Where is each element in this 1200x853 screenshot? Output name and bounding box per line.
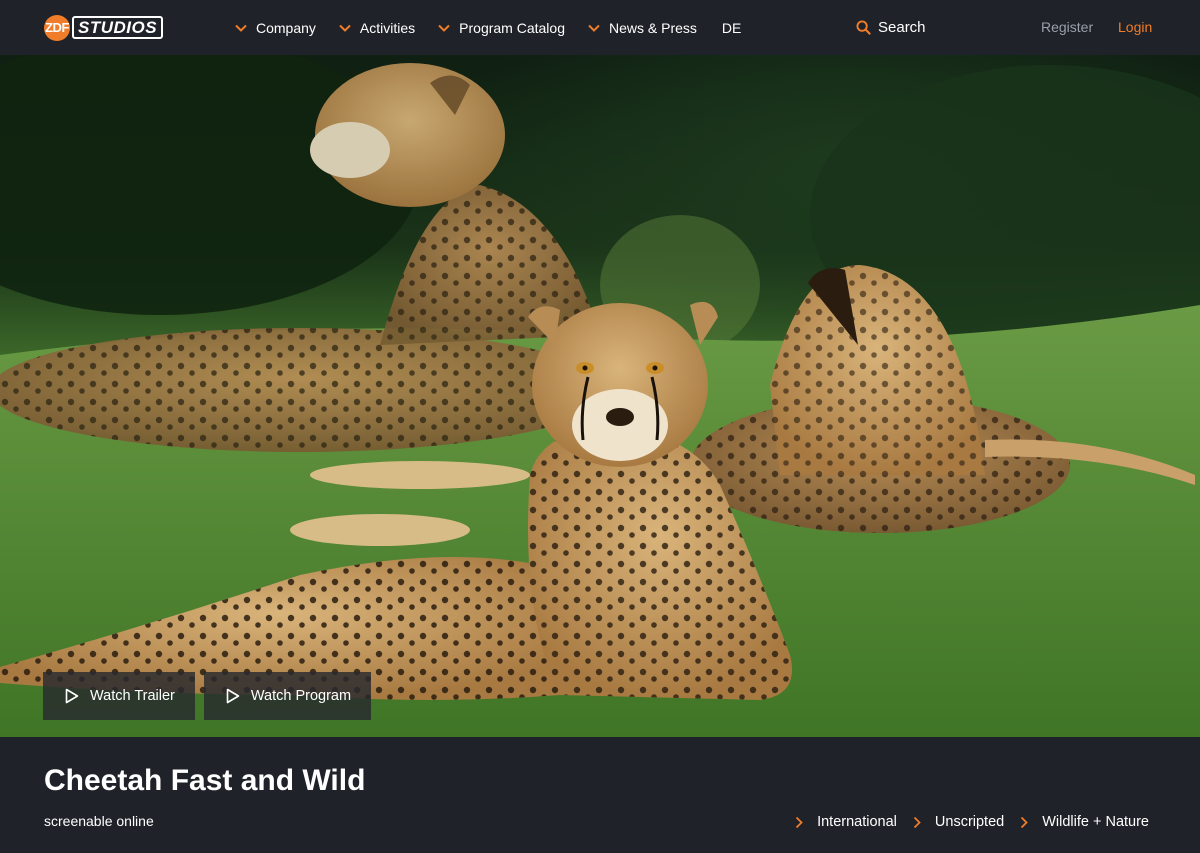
nav-item-label: Activities [359,19,416,36]
category-label: Wildlife + Nature [1042,814,1149,830]
cheetah-scene-image [0,55,1200,737]
watch-program-label: Watch Program [250,688,352,704]
hero-buttons: Watch Trailer Watch Program [43,672,372,720]
nav-item-program-catalog[interactable]: Program Catalog [437,0,565,55]
category-label: Unscripted [934,814,1005,830]
category-tags: International Unscripted Wildlife + Natu… [779,814,1149,830]
nav-item-company[interactable]: Company [234,0,316,55]
play-icon [226,688,240,704]
play-icon [65,688,79,704]
chevron-down-icon [339,24,351,32]
watch-program-button[interactable]: Watch Program [203,672,372,720]
language-switch[interactable]: DE [722,20,741,36]
category-international[interactable]: International [795,814,897,830]
category-wildlife-nature[interactable]: Wildlife + Nature [1020,814,1149,830]
logo-mark: ZDF [44,14,70,41]
nav-item-label: Company [256,19,316,36]
register-link[interactable]: Register [1041,19,1093,35]
chevron-right-icon [913,816,921,828]
program-subtitle: screenable online [44,813,154,829]
program-title: Cheetah Fast and Wild [44,764,366,797]
chevron-right-icon [795,816,803,828]
chevron-down-icon [438,24,450,32]
top-navigation: ZDF STUDIOS Company Activities Program C… [0,0,1200,55]
category-label: International [817,814,897,830]
search-label: Search [878,19,926,36]
category-unscripted[interactable]: Unscripted [913,814,1004,830]
zdf-studios-logo[interactable]: ZDF STUDIOS [44,14,164,41]
nav-item-label: Program Catalog [459,19,565,36]
chevron-right-icon [1021,816,1028,828]
nav-item-activities[interactable]: Activities [338,0,415,55]
login-link[interactable]: Login [1118,19,1152,35]
hero-image: Watch Trailer Watch Program [0,55,1200,737]
chevron-down-icon [235,24,247,32]
nav-item-news-press[interactable]: News & Press [587,0,697,55]
watch-trailer-label: Watch Trailer [90,688,175,704]
chevron-down-icon [588,24,600,32]
logo-text: STUDIOS [72,16,164,39]
main-nav: Company Activities Program Catalog News … [234,0,741,55]
search-button[interactable]: Search [856,0,926,55]
program-info: Cheetah Fast and Wild screenable online … [0,737,1200,853]
search-icon [856,20,871,35]
nav-item-label: News & Press [608,19,697,36]
watch-trailer-button[interactable]: Watch Trailer [43,672,195,720]
